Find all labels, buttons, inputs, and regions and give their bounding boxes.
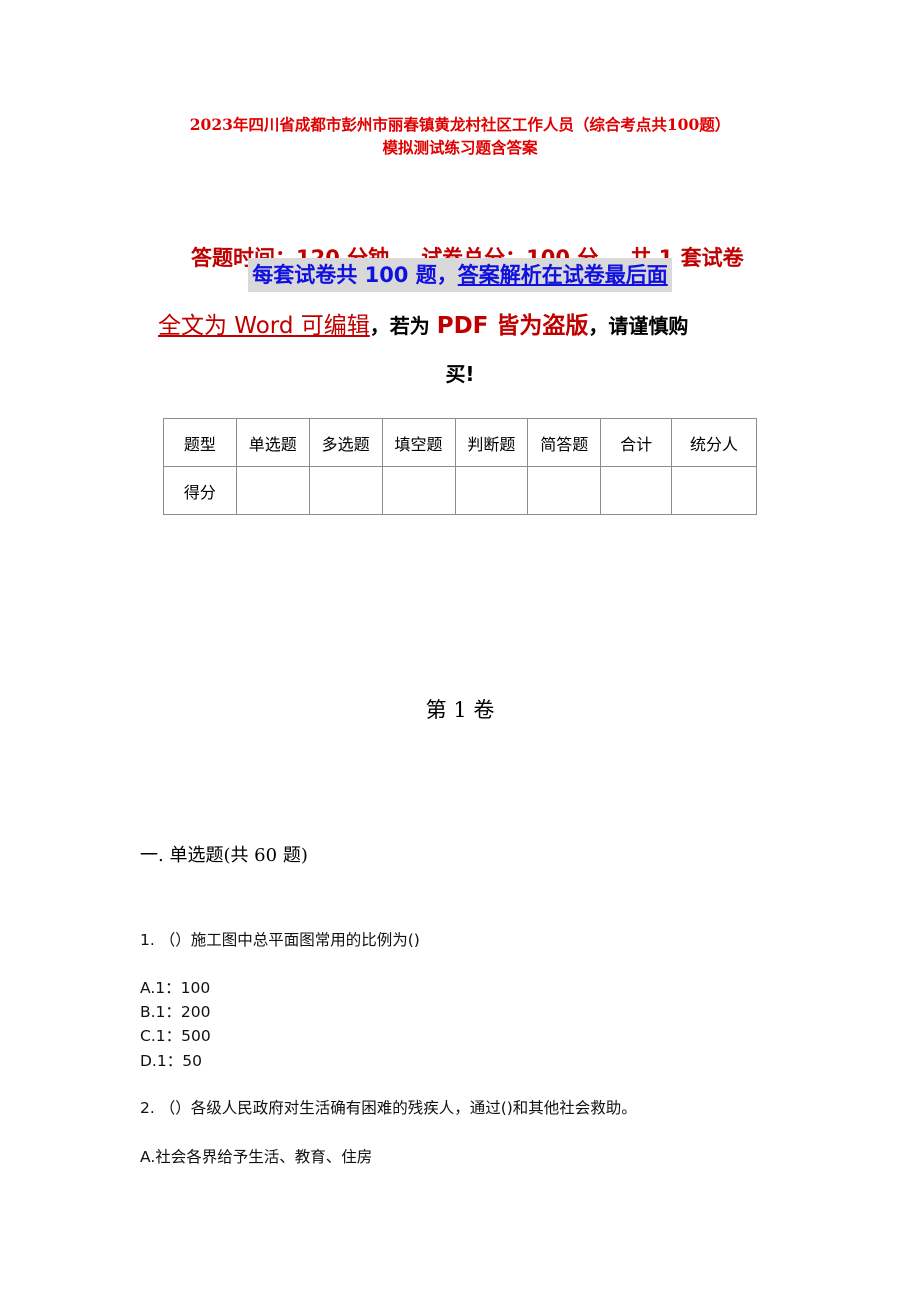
score-table-cell: 判断题 xyxy=(454,418,529,467)
careful-text: 请谨慎购 xyxy=(608,314,689,338)
score-table: 题型 单选题 多选题 填空题 判断题 简答题 合计 统分人 得分 xyxy=(163,418,757,515)
section-title: 一. 单选题(共 60 题) xyxy=(140,845,308,866)
buy-text: 买! xyxy=(445,362,475,386)
score-input-cell[interactable] xyxy=(454,466,529,515)
score-table-cell: 得分 xyxy=(163,466,237,515)
score-input-cell[interactable] xyxy=(671,466,757,515)
comma: ， xyxy=(588,314,609,338)
score-input-cell[interactable] xyxy=(600,466,673,515)
score-table-cell: 统分人 xyxy=(671,418,757,467)
question-option: A.社会各界给予生活、教育、住房 xyxy=(140,1148,373,1166)
score-table-cell: 多选题 xyxy=(308,418,383,467)
score-table-header-row: 题型 单选题 多选题 填空题 判断题 简答题 合计 统分人 xyxy=(163,418,757,467)
comma: ， xyxy=(369,314,390,338)
question-text: 2. （）各级人民政府对生活确有困难的残疾人，通过()和其他社会救助。 xyxy=(140,1099,637,1117)
score-table-cell: 合计 xyxy=(600,418,673,467)
document-title-line-2: 模拟测试练习题含答案 xyxy=(382,138,538,157)
score-input-cell[interactable] xyxy=(308,466,383,515)
word-editable-text: 全文为 Word 可编辑 xyxy=(158,313,370,339)
question-text: 1. （）施工图中总平面图常用的比例为() xyxy=(140,931,420,949)
notice-highlight: 每套试卷共 100 题，答案解析在试卷最后面 xyxy=(248,258,672,292)
score-table-cell: 简答题 xyxy=(527,418,602,467)
notice-question-count: 每套试卷共 100 题， xyxy=(252,263,458,287)
score-table-cell: 填空题 xyxy=(381,418,456,467)
score-input-cell[interactable] xyxy=(381,466,456,515)
score-table-cell: 单选题 xyxy=(235,418,310,467)
if-text: 若为 xyxy=(389,314,437,338)
score-input-cell[interactable] xyxy=(235,466,310,515)
notice-answer-location: 答案解析在试卷最后面 xyxy=(457,263,668,287)
question-option: C.1：500 xyxy=(140,1027,211,1045)
score-input-cell[interactable] xyxy=(527,466,602,515)
pdf-piracy-text: PDF 皆为盗版 xyxy=(436,313,589,339)
question-option: D.1：50 xyxy=(140,1052,202,1070)
editable-notice: 全文为 Word 可编辑，若为 PDF 皆为盗版，请谨慎购 xyxy=(158,306,778,346)
question-option: A.1：100 xyxy=(140,979,211,997)
score-table-score-row: 得分 xyxy=(163,466,757,515)
document-title-line-1: 2023年四川省成都市彭州市丽春镇黄龙村社区工作人员（综合考点共100题） xyxy=(189,115,731,134)
answer-location-notice: 每套试卷共 100 题，答案解析在试卷最后面 xyxy=(0,258,920,292)
question-option: B.1：200 xyxy=(140,1003,211,1021)
score-table-cell: 题型 xyxy=(163,418,237,467)
volume-title: 第 1 卷 xyxy=(425,698,495,722)
